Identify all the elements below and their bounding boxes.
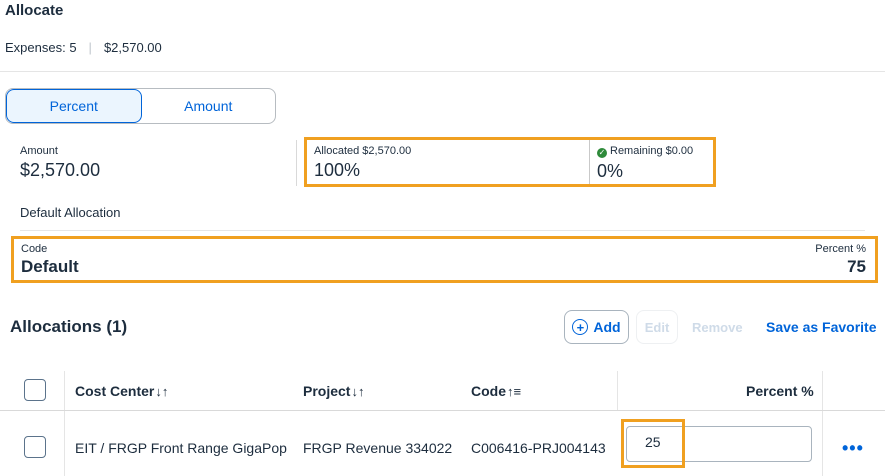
section-divider <box>20 230 865 231</box>
amount-mode-button[interactable]: Amount <box>142 89 276 123</box>
row-checkbox[interactable] <box>24 436 46 458</box>
amount-summary: Amount $2,570.00 <box>20 145 100 181</box>
allocation-mode-toggle: Percent Amount <box>5 88 276 124</box>
allocation-status-highlight: Allocated $2,570.00 100% ✓ Remaining $0.0… <box>304 137 716 187</box>
add-button[interactable]: + Add <box>564 310 629 344</box>
column-divider <box>64 371 65 476</box>
cell-cost-center: EIT / FRGP Front Range GigaPop <box>75 440 287 456</box>
check-circle-icon: ✓ <box>597 148 607 158</box>
separator: | <box>88 40 92 55</box>
expense-summary: Expenses: 5 | $2,570.00 <box>5 40 162 55</box>
column-divider <box>822 371 823 476</box>
remaining-summary: ✓ Remaining $0.00 0% <box>590 140 693 184</box>
plus-circle-icon: + <box>572 319 589 335</box>
percent-label: Percent % <box>815 243 866 255</box>
more-icon[interactable]: ••• <box>842 438 864 459</box>
percent-input-highlight <box>621 419 685 468</box>
sort-icon: ↓↑ <box>155 384 169 399</box>
default-allocation-label: Default Allocation <box>20 205 121 220</box>
select-all-checkbox[interactable] <box>24 379 46 401</box>
allocated-value: 100% <box>314 160 361 180</box>
expenses-total: $2,570.00 <box>103 40 162 55</box>
page-title: Allocate <box>5 2 64 19</box>
percent-value: 75 <box>847 257 866 276</box>
column-header-percent: Percent % <box>746 383 814 399</box>
summary-divider <box>296 140 297 186</box>
default-percent: Percent % 75 <box>815 243 866 277</box>
column-header-code[interactable]: Code↑≡ <box>471 383 521 399</box>
header-divider <box>0 71 885 72</box>
remaining-value: 0% <box>597 161 624 181</box>
allocated-label: Allocated $2,570.00 <box>314 145 412 157</box>
allocated-summary: Allocated $2,570.00 100% <box>307 140 590 184</box>
remove-button[interactable]: Remove <box>692 320 743 335</box>
percent-mode-button[interactable]: Percent <box>6 89 142 123</box>
cell-project: FRGP Revenue 334022 <box>303 440 453 456</box>
allocations-title: Allocations (1) <box>10 317 128 336</box>
default-code: Code Default <box>21 243 79 277</box>
add-label: Add <box>593 319 621 335</box>
cell-code: C006416-PRJ004143 <box>471 440 606 456</box>
code-label: Code <box>21 243 48 255</box>
code-value: Default <box>21 257 79 276</box>
expenses-count: Expenses: 5 <box>5 40 77 55</box>
default-allocation-highlight: Code Default Percent % 75 <box>11 236 878 283</box>
sort-icon: ↓↑ <box>351 384 365 399</box>
column-header-project[interactable]: Project↓↑ <box>303 383 364 399</box>
amount-value: $2,570.00 <box>20 160 101 180</box>
table-header-divider <box>0 410 885 411</box>
edit-button[interactable]: Edit <box>636 310 678 344</box>
remaining-label: Remaining $0.00 <box>610 145 694 157</box>
sort-ascending-icon: ↑≡ <box>507 384 522 399</box>
column-header-cost-center[interactable]: Cost Center↓↑ <box>75 383 168 399</box>
amount-label: Amount <box>20 145 58 157</box>
save-as-favorite-button[interactable]: Save as Favorite <box>766 319 877 335</box>
column-divider <box>617 371 618 411</box>
